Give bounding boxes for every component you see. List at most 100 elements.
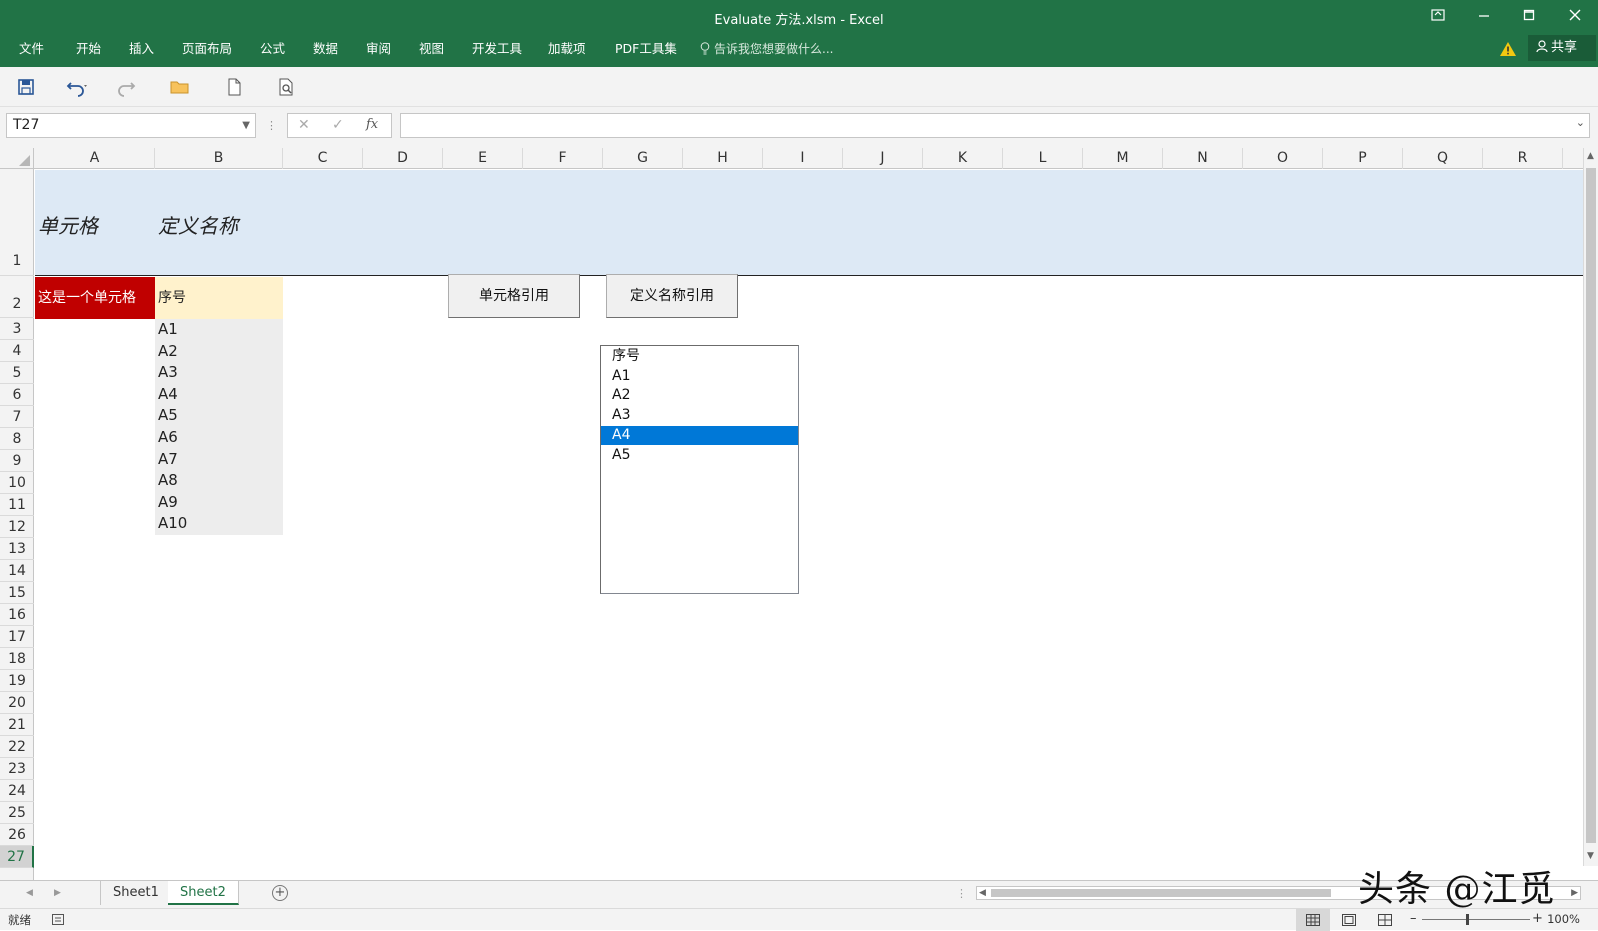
name-reference-button[interactable]: 定义名称引用	[606, 274, 738, 318]
menu-home[interactable]: 开始	[74, 38, 103, 60]
row-header[interactable]: 1	[0, 169, 34, 276]
listbox-item[interactable]: A5	[601, 446, 798, 466]
cell-A2[interactable]: 这是一个单元格	[35, 277, 155, 319]
ribbon-display-icon[interactable]	[1418, 4, 1458, 30]
row-header[interactable]: 14	[0, 560, 34, 582]
row-header[interactable]: 18	[0, 648, 34, 670]
row-header[interactable]: 22	[0, 736, 34, 758]
cell-B-item[interactable]: A8	[158, 470, 178, 492]
menu-developer[interactable]: 开发工具	[470, 38, 524, 60]
zoom-slider[interactable]	[1422, 919, 1530, 920]
scroll-left-icon[interactable]: ◀	[979, 888, 986, 898]
cell-B-item[interactable]: A1	[158, 319, 178, 341]
menu-page-layout[interactable]: 页面布局	[180, 38, 234, 60]
page-break-preview-icon[interactable]	[1378, 914, 1392, 926]
formula-input[interactable]: ⌄	[400, 113, 1590, 138]
column-header[interactable]: C	[283, 148, 363, 169]
column-header[interactable]: G	[603, 148, 683, 169]
column-header[interactable]: L	[1003, 148, 1083, 169]
row-header[interactable]: 6	[0, 384, 34, 406]
cell-reference-button[interactable]: 单元格引用	[448, 274, 580, 318]
cell-B-item[interactable]: A2	[158, 341, 178, 363]
tab-scroll-right-icon[interactable]: ▶	[54, 888, 61, 898]
column-header[interactable]: K	[923, 148, 1003, 169]
row-header[interactable]: 3	[0, 318, 34, 340]
cell-B-item[interactable]: A5	[158, 405, 178, 427]
cell-B-item[interactable]: A4	[158, 384, 178, 406]
cell-A1[interactable]: 单元格	[38, 210, 98, 239]
scroll-up-icon[interactable]: ▲	[1587, 151, 1594, 161]
column-header[interactable]: A	[35, 148, 155, 169]
listbox-item[interactable]: A3	[601, 406, 798, 426]
row-header[interactable]: 24	[0, 780, 34, 802]
menu-insert[interactable]: 插入	[127, 38, 156, 60]
row-header[interactable]: 17	[0, 626, 34, 648]
column-header[interactable]: H	[683, 148, 763, 169]
row-header[interactable]: 2	[0, 276, 34, 318]
row-header-selected[interactable]: 27	[0, 846, 34, 868]
listbox-item[interactable]: A1	[601, 367, 798, 387]
menu-addins[interactable]: 加载项	[546, 38, 588, 60]
expand-formula-icon[interactable]: ⌄	[1576, 116, 1585, 129]
select-all-corner[interactable]	[0, 148, 34, 169]
split-grip-icon[interactable]: ⋮	[956, 887, 967, 900]
listbox[interactable]: 序号 A1 A2 A3 A4 A5	[600, 345, 799, 594]
row-header[interactable]: 12	[0, 516, 34, 538]
chevron-down-icon[interactable]: ▼	[242, 114, 250, 137]
tell-me-search[interactable]: 告诉我您想要做什么...	[700, 38, 833, 60]
zoom-level[interactable]: 100%	[1547, 912, 1580, 926]
row-header[interactable]: 21	[0, 714, 34, 736]
row-header[interactable]: 20	[0, 692, 34, 714]
share-button[interactable]: 共享	[1528, 35, 1596, 61]
column-header[interactable]: M	[1083, 148, 1163, 169]
column-header[interactable]: R	[1483, 148, 1563, 169]
vertical-scroll-thumb[interactable]	[1586, 168, 1596, 843]
row-header[interactable]: 8	[0, 428, 34, 450]
cell-B-item[interactable]: A3	[158, 362, 178, 384]
cell-B1[interactable]: 定义名称	[158, 210, 238, 239]
undo-icon[interactable]	[64, 75, 88, 99]
row-header[interactable]: 16	[0, 604, 34, 626]
formula-bar-grip-icon[interactable]: ⋮	[266, 119, 277, 132]
row-header[interactable]: 10	[0, 472, 34, 494]
page-layout-icon[interactable]	[1342, 914, 1356, 926]
row-header[interactable]: 11	[0, 494, 34, 516]
row-header[interactable]: 23	[0, 758, 34, 780]
insert-function-icon[interactable]: fx	[366, 117, 378, 132]
cell-B-item[interactable]: A10	[158, 513, 187, 535]
row-header[interactable]: 5	[0, 362, 34, 384]
redo-icon[interactable]	[114, 75, 138, 99]
add-sheet-icon[interactable]: +	[272, 885, 288, 901]
maximize-icon[interactable]	[1509, 4, 1549, 30]
worksheet-grid[interactable]: A B C D E F G H I J K L M N O P Q R 1 2 …	[0, 148, 1583, 880]
cancel-icon[interactable]: ✕	[298, 117, 310, 133]
open-folder-icon[interactable]	[168, 75, 192, 99]
row-header[interactable]: 7	[0, 406, 34, 428]
scroll-right-icon[interactable]: ▶	[1571, 888, 1578, 898]
cell-area[interactable]: 单元格 定义名称 这是一个单元格 序号 A1 A2 A3 A4 A5 A6 A7…	[35, 170, 1583, 880]
menu-review[interactable]: 审阅	[364, 38, 393, 60]
enter-icon[interactable]: ✓	[332, 117, 344, 133]
column-header[interactable]: J	[843, 148, 923, 169]
close-icon[interactable]	[1555, 4, 1595, 30]
normal-view-button[interactable]	[1296, 909, 1330, 931]
save-icon[interactable]	[14, 75, 38, 99]
column-header[interactable]: P	[1323, 148, 1403, 169]
warning-icon[interactable]	[1499, 41, 1517, 57]
sheet-tab-active[interactable]: Sheet2	[168, 881, 239, 905]
column-header[interactable]: O	[1243, 148, 1323, 169]
column-header[interactable]: Q	[1403, 148, 1483, 169]
cell-B-item[interactable]: A6	[158, 427, 178, 449]
menu-pdf-tools[interactable]: PDF工具集	[613, 38, 679, 60]
zoom-slider-thumb[interactable]	[1466, 914, 1469, 925]
column-header[interactable]: B	[155, 148, 283, 169]
menu-file[interactable]: 文件	[17, 38, 46, 60]
column-header[interactable]: F	[523, 148, 603, 169]
sheet-tab[interactable]: Sheet1	[100, 881, 172, 905]
column-header[interactable]: E	[443, 148, 523, 169]
row-header[interactable]: 4	[0, 340, 34, 362]
cell-B-item[interactable]: A9	[158, 492, 178, 514]
macro-record-icon[interactable]	[52, 914, 64, 925]
cell-B-item[interactable]: A7	[158, 449, 178, 471]
new-file-icon[interactable]	[222, 75, 246, 99]
